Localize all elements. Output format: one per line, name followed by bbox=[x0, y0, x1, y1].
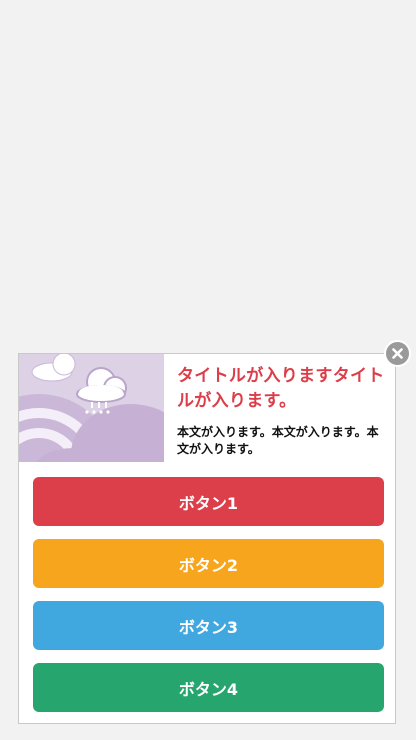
popup-title: タイトルが入りますタイトルが入ります。 bbox=[177, 366, 385, 411]
rain-cloud-icon bbox=[19, 354, 164, 462]
popup-dialog: タイトルが入りますタイトルが入ります。 本文が入ります。本文が入ります。本文が入… bbox=[18, 353, 396, 724]
button-2[interactable]: ボタン2 bbox=[33, 539, 384, 588]
popup-header: タイトルが入りますタイトルが入ります。 本文が入ります。本文が入ります。本文が入… bbox=[19, 354, 395, 462]
button-3[interactable]: ボタン3 bbox=[33, 601, 384, 650]
weather-illustration bbox=[19, 354, 164, 462]
close-icon bbox=[392, 348, 403, 359]
popup-body: 本文が入ります。本文が入ります。本文が入ります。 bbox=[177, 425, 379, 456]
button-1[interactable]: ボタン1 bbox=[33, 477, 384, 526]
popup-text: タイトルが入りますタイトルが入ります。 本文が入ります。本文が入ります。本文が入… bbox=[177, 364, 387, 458]
button-4[interactable]: ボタン4 bbox=[33, 663, 384, 712]
close-button[interactable] bbox=[384, 340, 411, 367]
